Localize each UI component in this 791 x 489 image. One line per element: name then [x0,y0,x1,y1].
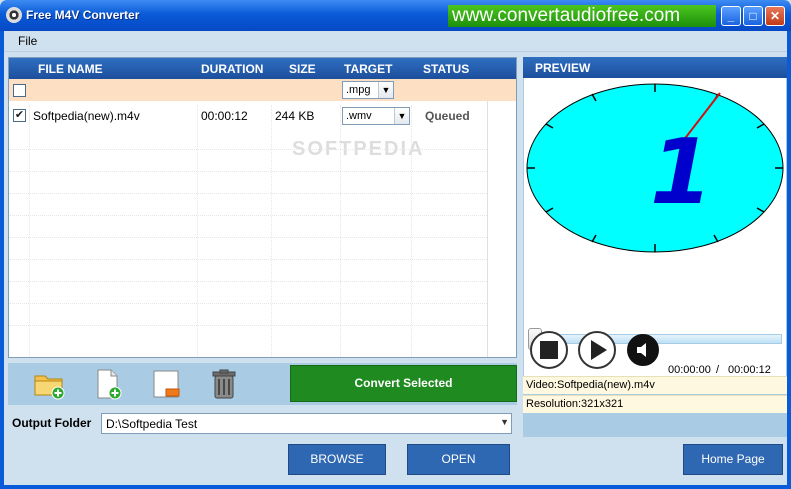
grid-line [29,105,30,357]
grid-line [9,171,487,172]
chevron-down-icon: ▼ [500,417,509,427]
grid-line [9,281,487,282]
add-file-icon[interactable] [91,367,125,401]
menu-file[interactable]: File [18,34,37,48]
output-folder-select[interactable]: D:\Softpedia Test ▼ [101,413,512,434]
window-frame-bottom [0,485,791,489]
resolution-info: Resolution:321x321 [523,395,787,413]
time-separator: / [716,364,720,376]
time-current: 00:00:00 [668,364,711,376]
output-folder-value: D:\Softpedia Test [106,417,198,431]
maximize-button[interactable]: □ [743,6,763,26]
clock-digit: 1 [650,120,713,225]
grid-line [411,105,412,357]
grid-line [9,259,487,260]
default-target-value: .mpg [346,84,371,96]
header-duration[interactable]: DURATION [201,62,263,76]
header-file-name[interactable]: FILE NAME [38,62,103,76]
convert-selected-button[interactable]: Convert Selected [290,365,517,402]
grid-line [9,325,487,326]
row-file-name: Softpedia(new).m4v [33,109,140,123]
window-frame-right [787,31,791,489]
chevron-down-icon: ▼ [378,82,393,98]
video-info: Video:Softpedia(new).m4v [523,376,787,394]
select-all-row: .mpg ▼ [9,79,516,101]
browse-button[interactable]: BROWSE [288,444,386,475]
grid-line [9,215,487,216]
row-checkbox[interactable]: ✔ [13,109,26,122]
close-button[interactable]: ✕ [765,6,785,26]
play-icon [591,340,607,360]
file-list: FILE NAME DURATION SIZE TARGET STATUS .m… [8,57,517,358]
default-target-select[interactable]: .mpg ▼ [342,81,394,99]
table-row[interactable]: ✔ Softpedia(new).m4v 00:00:12 244 KB .wm… [9,105,516,127]
grid-line [340,105,341,357]
add-folder-icon[interactable] [32,367,66,401]
row-duration: 00:00:12 [201,109,248,123]
file-list-header: FILE NAME DURATION SIZE TARGET STATUS [9,58,516,79]
time-total: 00:00:12 [728,364,771,376]
header-target[interactable]: TARGET [344,62,392,76]
stop-icon [540,341,558,359]
grid-line [9,149,487,150]
menu-bar: File [4,31,787,52]
chevron-down-icon: ▼ [394,108,409,124]
title-bar: Free M4V Converter www.convertaudiofree.… [0,0,791,31]
grid-line [9,193,487,194]
window-title: Free M4V Converter [26,8,140,22]
output-folder-label: Output Folder [12,416,92,430]
row-size: 244 KB [275,109,315,123]
website-banner[interactable]: www.convertaudiofree.com [448,5,716,27]
grid-line [271,105,272,357]
preview-panel: PREVIEW 1 00:00:00 / 00:00:12 Video:Soft… [523,57,787,437]
header-size[interactable]: SIZE [289,62,316,76]
row-target-value: .wmv [346,110,372,122]
minimize-button[interactable]: _ [721,6,741,26]
grid-line [197,105,198,357]
open-button[interactable]: OPEN [407,444,510,475]
select-all-checkbox[interactable] [13,84,26,97]
grid-line [9,237,487,238]
stop-button[interactable] [530,331,568,369]
clock-video-frame: 1 [526,83,784,253]
row-target-select[interactable]: .wmv ▼ [342,107,410,125]
preview-screen: 1 [524,78,786,322]
preview-header: PREVIEW [523,57,787,78]
remove-file-icon[interactable] [149,367,183,401]
grid-line [9,303,487,304]
speaker-icon [637,343,646,357]
list-scroll-area[interactable] [487,101,516,357]
app-icon [6,7,22,23]
header-status[interactable]: STATUS [423,62,469,76]
home-page-button[interactable]: Home Page [683,444,783,475]
row-status: Queued [425,109,470,123]
play-button[interactable] [578,331,616,369]
trash-icon[interactable] [207,367,241,401]
window-frame-left [0,31,4,489]
mute-button[interactable] [627,334,659,366]
